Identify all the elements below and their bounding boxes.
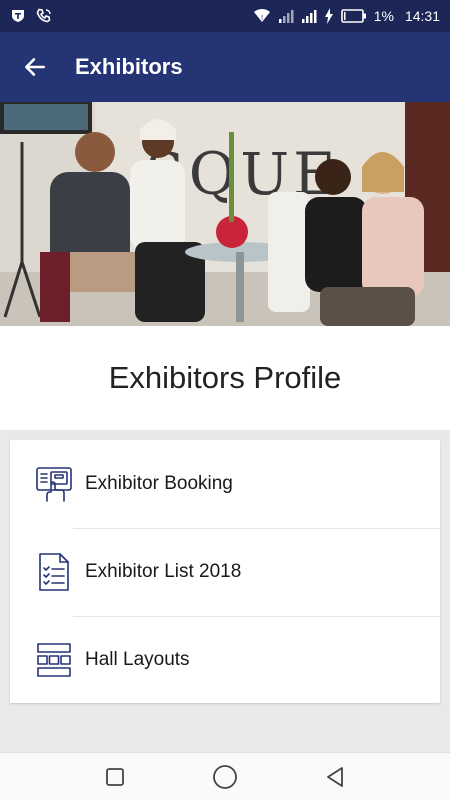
menu-item-exhibitor-booking[interactable]: Exhibitor Booking [10, 440, 440, 528]
profile-title: Exhibitors Profile [108, 360, 342, 395]
status-bar-left [10, 8, 52, 24]
home-button[interactable] [205, 757, 245, 797]
status-bar: ! 1% 14:31 [0, 0, 450, 32]
menu-item-label: Exhibitor List 2018 [85, 561, 242, 582]
home-icon [212, 764, 238, 790]
hero-image: SQUE [0, 102, 450, 326]
menu-item-label: Exhibitor Booking [85, 473, 233, 494]
wifi-icon: ! [253, 8, 271, 24]
booking-icon [34, 464, 74, 504]
status-bar-right: ! 1% 14:31 [253, 8, 440, 24]
shield-icon [10, 8, 26, 24]
back-button[interactable] [0, 32, 70, 102]
nav-back-button[interactable] [315, 757, 355, 797]
recent-apps-button[interactable] [95, 757, 135, 797]
svg-text:!: ! [260, 14, 263, 22]
back-icon [324, 766, 346, 788]
menu-item-exhibitor-list[interactable]: Exhibitor List 2018 [10, 528, 440, 616]
menu-item-hall-layouts[interactable]: Hall Layouts [10, 616, 440, 704]
signal-icon [278, 9, 294, 23]
system-nav-bar [0, 752, 450, 800]
battery-percent: 1% [373, 8, 394, 24]
phone-icon [36, 8, 52, 24]
checklist-document-icon [34, 552, 74, 592]
app-bar: Exhibitors [0, 32, 450, 102]
battery-icon [340, 9, 367, 23]
menu-item-label: Hall Layouts [85, 649, 190, 670]
profile-header: Exhibitors Profile [0, 326, 450, 430]
status-time: 14:31 [404, 8, 440, 24]
recent-apps-icon [105, 767, 125, 787]
menu-card: Exhibitor Booking Exhibitor List 2018 Ha… [10, 440, 440, 703]
hall-layout-icon [34, 640, 74, 680]
page-title: Exhibitors [75, 54, 183, 79]
charging-icon [324, 8, 334, 24]
arrow-left-icon [22, 54, 48, 80]
signal-icon [301, 9, 317, 23]
